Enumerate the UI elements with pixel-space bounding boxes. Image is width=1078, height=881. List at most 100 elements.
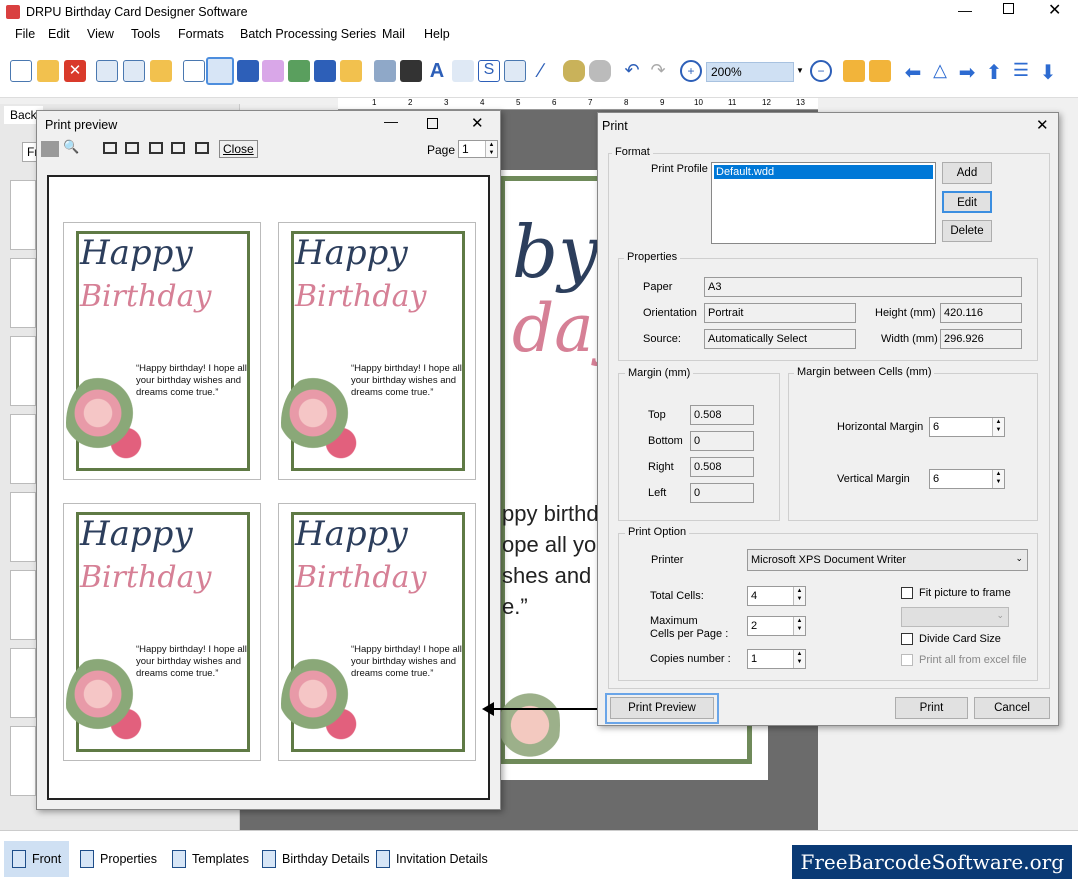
fit-picture-checkbox[interactable] [901,587,913,599]
max-cells-spinner-icon[interactable]: ▲ ▼ [793,617,805,635]
template-thumb[interactable] [10,648,36,718]
pv-four-page-icon[interactable] [171,142,185,154]
card-message[interactable]: ppy birthd ope all yo shes and d e.” [502,498,610,622]
tab-front[interactable]: Front [4,841,70,877]
shapes-icon[interactable] [340,60,362,82]
tab-invitation-details[interactable]: Invitation Details [368,841,496,877]
total-cells-spinner-icon[interactable]: ▲ ▼ [793,587,805,605]
zoom-out-icon[interactable]: − [810,60,832,82]
arrow-up-icon[interactable]: ⬆ [983,60,1005,84]
save-icon[interactable] [96,60,118,82]
add-button[interactable]: Add [942,162,992,184]
menu-formats[interactable]: Formats [178,27,224,41]
menu-tools[interactable]: Tools [131,27,160,41]
print-button[interactable]: Print [895,697,968,719]
printer-dropdown-icon[interactable]: ⌄ [1015,553,1023,564]
zoom-dropdown-icon[interactable]: ▼ [796,66,804,75]
open-icon[interactable] [37,60,59,82]
save-as-icon[interactable] [123,60,145,82]
new-icon[interactable] [10,60,32,82]
vmargin-spinner-icon[interactable]: ▲ ▼ [992,470,1004,488]
undo-icon[interactable]: ↶ [621,60,643,82]
print-profile-list[interactable]: Default.wdd [711,162,936,244]
signature-icon[interactable]: S [478,60,500,82]
template-thumb[interactable] [10,414,36,484]
menu-batch[interactable]: Batch Processing Series [240,27,376,41]
text-box-icon[interactable] [452,60,474,82]
divide-card-checkbox[interactable] [901,633,913,645]
template-thumb[interactable] [10,336,36,406]
pv-close-button[interactable]: Close [219,140,258,158]
hmargin-field[interactable]: 6 ▲ ▼ [929,417,1005,437]
fit-dropdown-icon[interactable]: ⌄ [996,610,1004,621]
total-cells-field[interactable]: 4 ▲ ▼ [747,586,806,606]
tab-properties[interactable]: Properties [72,841,165,877]
cancel-button[interactable]: Cancel [974,697,1050,719]
profile-item[interactable]: Default.wdd [714,165,933,179]
unlock-icon[interactable] [869,60,891,82]
copies-field[interactable]: 1 ▲ ▼ [747,649,806,669]
arrow-right-icon[interactable]: ➡ [956,60,978,84]
layers-icon[interactable] [237,60,259,82]
print-icon[interactable] [206,57,234,85]
menu-edit[interactable]: Edit [48,27,70,41]
lock-icon[interactable] [843,60,865,82]
close-file-icon[interactable]: ✕ [64,60,86,82]
image-icon[interactable] [288,60,310,82]
database2-icon[interactable] [589,60,611,82]
menu-file[interactable]: File [15,27,35,41]
print-preview-button[interactable]: Print Preview [610,697,714,719]
gift-icon[interactable] [262,60,284,82]
pv-print-icon[interactable] [41,141,59,157]
flip-icon[interactable]: △ [929,60,951,82]
tab-templates[interactable]: Templates [164,841,257,877]
menu-help[interactable]: Help [424,27,450,41]
template-thumb[interactable] [10,726,36,796]
template-thumb[interactable] [10,492,36,562]
redo-icon[interactable]: ↷ [647,60,669,82]
delete-button[interactable]: Delete [942,220,992,242]
pv-zoom-icon[interactable]: 🔍 [63,139,79,155]
arrow-down-icon[interactable]: ⬇ [1037,60,1059,84]
minimize-icon[interactable]: — [958,2,972,18]
template-thumb[interactable] [10,570,36,640]
pv-page-input[interactable]: 1 ▲ ▼ [458,140,498,158]
menu-view[interactable]: View [87,27,114,41]
pv-close-icon[interactable]: ✕ [471,114,484,132]
maximize-icon[interactable] [1003,3,1014,14]
zoom-select[interactable]: 200% [706,62,794,82]
pv-minimize-icon[interactable]: — [384,113,398,129]
vmargin-field[interactable]: 6 ▲ ▼ [929,469,1005,489]
zoom-in-icon[interactable]: + [680,60,702,82]
database-icon[interactable] [563,60,585,82]
pv-six-page-icon[interactable] [195,142,209,154]
printer-select[interactable]: Microsoft XPS Document Writer ⌄ [747,549,1028,571]
text-icon[interactable]: A [426,60,448,82]
tab-birthday-details[interactable]: Birthday Details [254,841,378,877]
card-happy-text[interactable]: by [512,210,599,294]
mail-icon[interactable] [504,60,526,82]
print-all-checkbox[interactable] [901,654,913,666]
menu-mail[interactable]: Mail [382,27,405,41]
export-icon[interactable] [150,60,172,82]
pv-two-page-icon[interactable] [125,142,139,154]
pv-maximize-icon[interactable] [427,118,438,129]
edit-button[interactable]: Edit [942,191,992,213]
max-cells-field[interactable]: 2 ▲ ▼ [747,616,806,636]
wordart-icon[interactable] [374,60,396,82]
hmargin-spinner-icon[interactable]: ▲ ▼ [992,418,1004,436]
template-thumb[interactable] [10,180,36,250]
fit-picture-select[interactable]: ⌄ [901,607,1009,627]
pv-three-page-icon[interactable] [149,142,163,154]
template-thumb[interactable] [10,258,36,328]
pv-one-page-icon[interactable] [103,142,117,154]
arrow-left-icon[interactable]: ⬅ [902,60,924,84]
close-icon[interactable]: ✕ [1048,0,1061,20]
line-icon[interactable]: ∕ [530,60,552,82]
pv-page-spinner-icon[interactable]: ▲ ▼ [485,141,497,157]
print-dialog-close-icon[interactable]: ✕ [1036,116,1049,134]
barcode-icon[interactable] [400,60,422,82]
pen-icon[interactable] [314,60,336,82]
copies-spinner-icon[interactable]: ▲ ▼ [793,650,805,668]
print-setup-icon[interactable] [183,60,205,82]
